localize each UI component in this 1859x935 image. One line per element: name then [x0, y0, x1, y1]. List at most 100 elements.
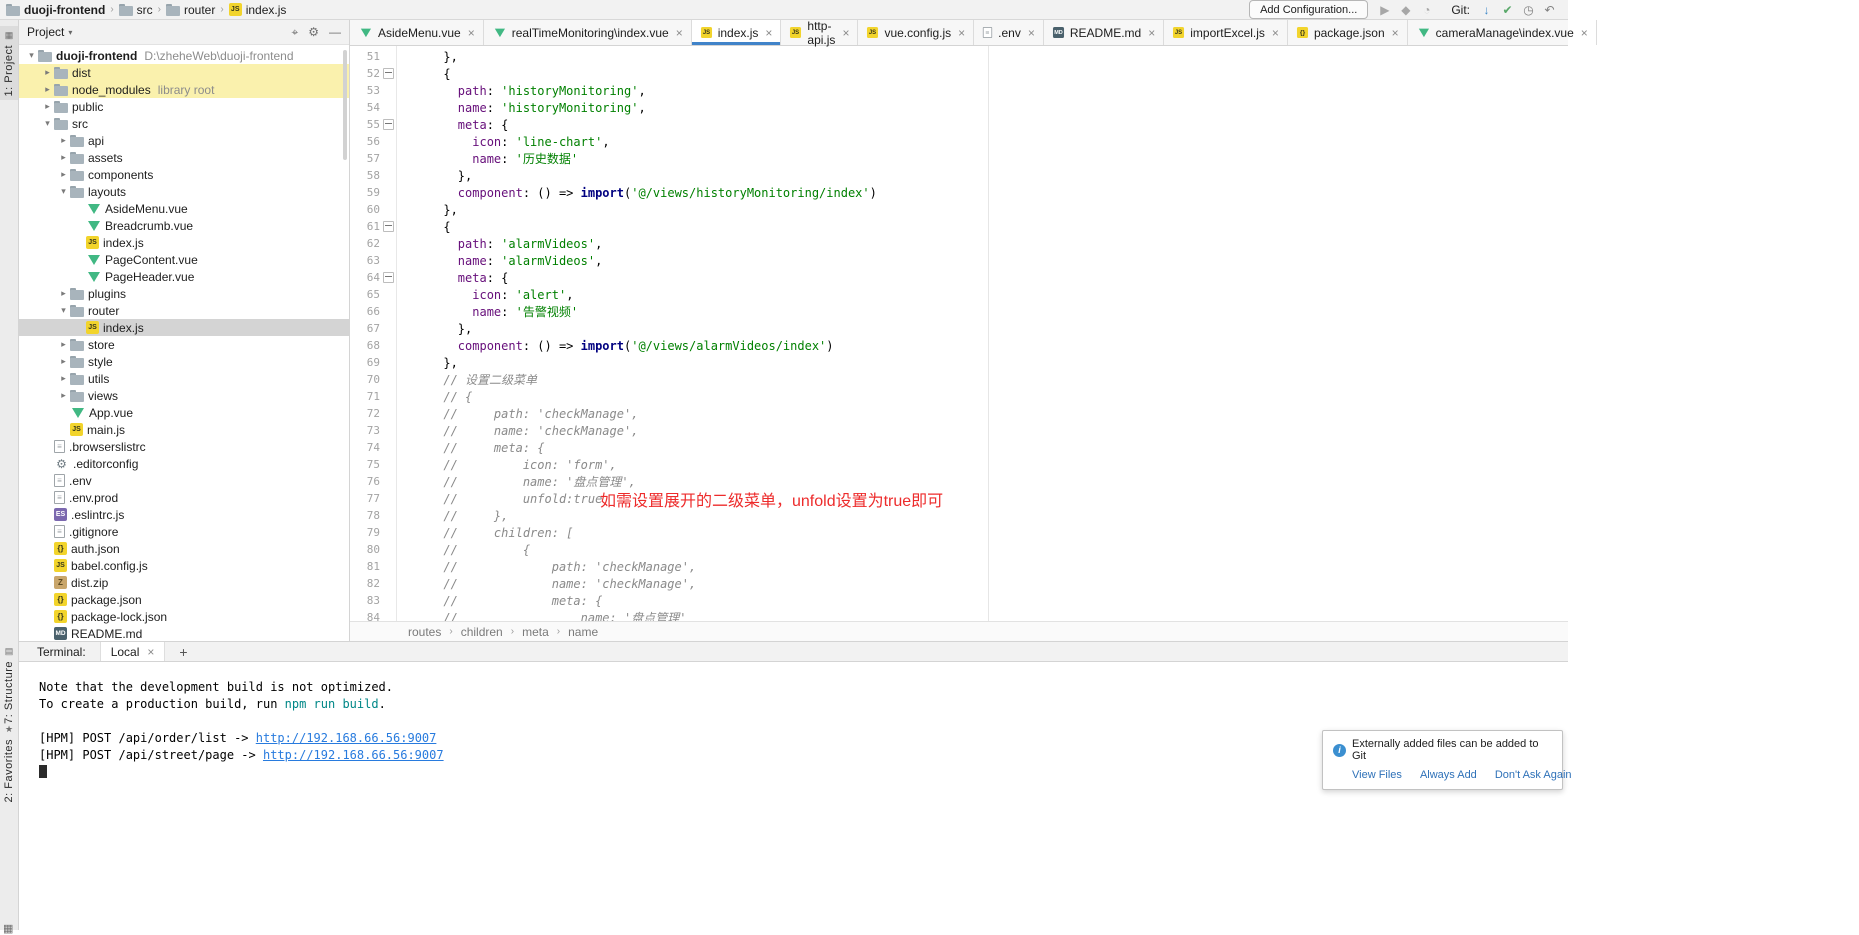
editor-tab[interactable]: cameraManage\index.vue×: [1408, 20, 1597, 45]
tree-item[interactable]: .env.prod: [19, 489, 349, 506]
tree-item[interactable]: ▸views: [19, 387, 349, 404]
tab-close-icon[interactable]: ×: [468, 26, 475, 40]
code-line[interactable]: 66 name: '告警视频': [350, 303, 1568, 320]
tree-expand-arrow[interactable]: ▸: [57, 288, 70, 299]
tab-close-icon[interactable]: ×: [958, 26, 965, 40]
code-line[interactable]: 81 // path: 'checkManage',: [350, 558, 1568, 575]
tree-expand-arrow[interactable]: ▸: [41, 101, 54, 112]
breadcrumb-item[interactable]: src: [119, 2, 153, 17]
close-icon[interactable]: ×: [147, 645, 154, 659]
tree-item[interactable]: PageHeader.vue: [19, 268, 349, 285]
tree-item[interactable]: ▸components: [19, 166, 349, 183]
tree-item[interactable]: ▸utils: [19, 370, 349, 387]
tree-item[interactable]: index.js: [19, 319, 349, 336]
code-line[interactable]: 58 },: [350, 167, 1568, 184]
tree-item[interactable]: PageContent.vue: [19, 251, 349, 268]
notification-action[interactable]: Don't Ask Again: [1495, 769, 1572, 781]
breadcrumb-item[interactable]: index.js: [229, 3, 287, 17]
editor-tab[interactable]: vue.config.js×: [858, 20, 974, 45]
tree-item[interactable]: index.js: [19, 234, 349, 251]
notification-action[interactable]: View Files: [1352, 769, 1402, 781]
update-icon[interactable]: ↓: [1478, 1, 1495, 19]
editor-tab[interactable]: importExcel.js×: [1164, 20, 1288, 45]
terminal-tab-local[interactable]: Local ×: [100, 642, 166, 661]
tree-item[interactable]: .browserslistrc: [19, 438, 349, 455]
code-line[interactable]: 68 component: () => import('@/views/alar…: [350, 337, 1568, 354]
commit-icon[interactable]: ✔: [1499, 1, 1516, 19]
code-line[interactable]: 78 // },: [350, 507, 1568, 524]
code-line[interactable]: 55 meta: {: [350, 116, 1568, 133]
breadcrumb-item[interactable]: name: [568, 625, 598, 639]
code-line[interactable]: 73 // name: 'checkManage',: [350, 422, 1568, 439]
gear-icon[interactable]: ⚙: [308, 25, 319, 40]
tree-item[interactable]: .eslintrc.js: [19, 506, 349, 523]
code-line[interactable]: 70 // 设置二级菜单: [350, 371, 1568, 388]
fold-collapse-icon[interactable]: [383, 272, 394, 283]
code-line[interactable]: 67 },: [350, 320, 1568, 337]
code-line[interactable]: 61 {: [350, 218, 1568, 235]
tree-item[interactable]: ▸public: [19, 98, 349, 115]
tree-expand-arrow[interactable]: ▾: [57, 305, 70, 316]
tab-close-icon[interactable]: ×: [1581, 26, 1588, 40]
fold-marker[interactable]: [380, 68, 396, 79]
tab-close-icon[interactable]: ×: [1392, 26, 1399, 40]
code-line[interactable]: 63 name: 'alarmVideos',: [350, 252, 1568, 269]
tree-item[interactable]: package-lock.json: [19, 608, 349, 625]
tree-item[interactable]: ▸store: [19, 336, 349, 353]
code-line[interactable]: 62 path: 'alarmVideos',: [350, 235, 1568, 252]
hide-panel-icon[interactable]: —: [329, 25, 341, 40]
editor-tab[interactable]: http-api.js×: [781, 20, 858, 45]
code-line[interactable]: 56 icon: 'line-chart',: [350, 133, 1568, 150]
tree-item[interactable]: ▸style: [19, 353, 349, 370]
tree-item[interactable]: README.md: [19, 625, 349, 641]
fold-collapse-icon[interactable]: [383, 221, 394, 232]
history-icon[interactable]: ◷: [1520, 1, 1537, 19]
tree-expand-arrow[interactable]: ▾: [25, 50, 38, 61]
code-line[interactable]: 83 // meta: {: [350, 592, 1568, 609]
tree-item[interactable]: ▸dist: [19, 64, 349, 81]
tree-item[interactable]: ▾router: [19, 302, 349, 319]
tool-window-switcher-icon[interactable]: ▦: [3, 922, 13, 935]
terminal-link[interactable]: http://192.168.66.56:9007: [256, 731, 437, 745]
debug-icon[interactable]: ◆: [1397, 1, 1414, 19]
breadcrumb-item[interactable]: routes: [408, 625, 441, 639]
code-line[interactable]: 69 },: [350, 354, 1568, 371]
tree-item[interactable]: App.vue: [19, 404, 349, 421]
fold-marker[interactable]: [380, 119, 396, 130]
play-icon[interactable]: ▶: [1376, 1, 1393, 19]
tree-item[interactable]: .gitignore: [19, 523, 349, 540]
scrollbar-thumb[interactable]: [343, 50, 347, 160]
code-line[interactable]: 74 // meta: {: [350, 439, 1568, 456]
tree-item[interactable]: ▸plugins: [19, 285, 349, 302]
project-panel-title[interactable]: Project: [27, 25, 64, 39]
profile-icon[interactable]: ◔: [1418, 1, 1435, 19]
code-line[interactable]: 54 name: 'historyMonitoring',: [350, 99, 1568, 116]
tree-item[interactable]: ▾src: [19, 115, 349, 132]
tab-close-icon[interactable]: ×: [1272, 26, 1279, 40]
tool-window-button-project[interactable]: ▦ 1: Project: [0, 26, 18, 100]
tool-window-button-favorites[interactable]: ★ 2: Favorites: [0, 720, 18, 806]
fold-collapse-icon[interactable]: [383, 68, 394, 79]
tab-close-icon[interactable]: ×: [676, 26, 683, 40]
tab-close-icon[interactable]: ×: [1148, 26, 1155, 40]
tree-item[interactable]: ▸api: [19, 132, 349, 149]
fold-collapse-icon[interactable]: [383, 119, 394, 130]
code-line[interactable]: 71 // {: [350, 388, 1568, 405]
tree-item[interactable]: ▸node_moduleslibrary root: [19, 81, 349, 98]
tree-item[interactable]: auth.json: [19, 540, 349, 557]
tree-expand-arrow[interactable]: ▸: [57, 390, 70, 401]
editor-tab[interactable]: realTimeMonitoring\index.vue×: [484, 20, 692, 45]
tree-expand-arrow[interactable]: ▸: [57, 169, 70, 180]
editor-tab[interactable]: package.json×: [1288, 20, 1408, 45]
tree-item[interactable]: AsideMenu.vue: [19, 200, 349, 217]
tab-close-icon[interactable]: ×: [765, 26, 772, 40]
new-terminal-icon[interactable]: +: [179, 645, 187, 659]
tree-item[interactable]: ▾layouts: [19, 183, 349, 200]
terminal-output[interactable]: Note that the development build is not o…: [19, 662, 1568, 930]
code-line[interactable]: 57 name: '历史数据': [350, 150, 1568, 167]
tree-item[interactable]: Breadcrumb.vue: [19, 217, 349, 234]
code-line[interactable]: 72 // path: 'checkManage',: [350, 405, 1568, 422]
breadcrumb-item[interactable]: meta: [522, 625, 549, 639]
add-configuration-button[interactable]: Add Configuration...: [1249, 0, 1368, 19]
code-line[interactable]: 64 meta: {: [350, 269, 1568, 286]
